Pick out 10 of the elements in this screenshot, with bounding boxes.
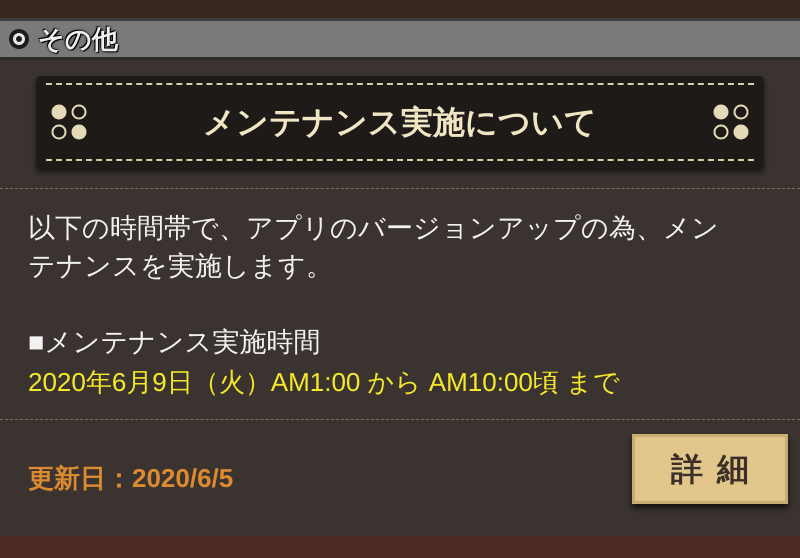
dots-icon — [712, 103, 750, 141]
schedule-text: 2020年6月9日（火）AM1:00 から AM10:00頃 まで — [28, 366, 622, 399]
ring-icon — [8, 28, 30, 50]
notice-paragraph: 以下の時間帯で、アプリのバージョンアップの為、メンテナンスを実施します。 — [28, 212, 720, 283]
header-title: その他 — [38, 22, 118, 56]
updated-date: 更新日：2020/6/5 — [28, 462, 234, 494]
banner-title: メンテナンス実施について — [203, 103, 597, 142]
dots-icon — [50, 103, 88, 141]
details-button[interactable]: 詳細 — [632, 434, 788, 504]
section-heading: ■メンテナンス実施時間 — [28, 326, 322, 359]
